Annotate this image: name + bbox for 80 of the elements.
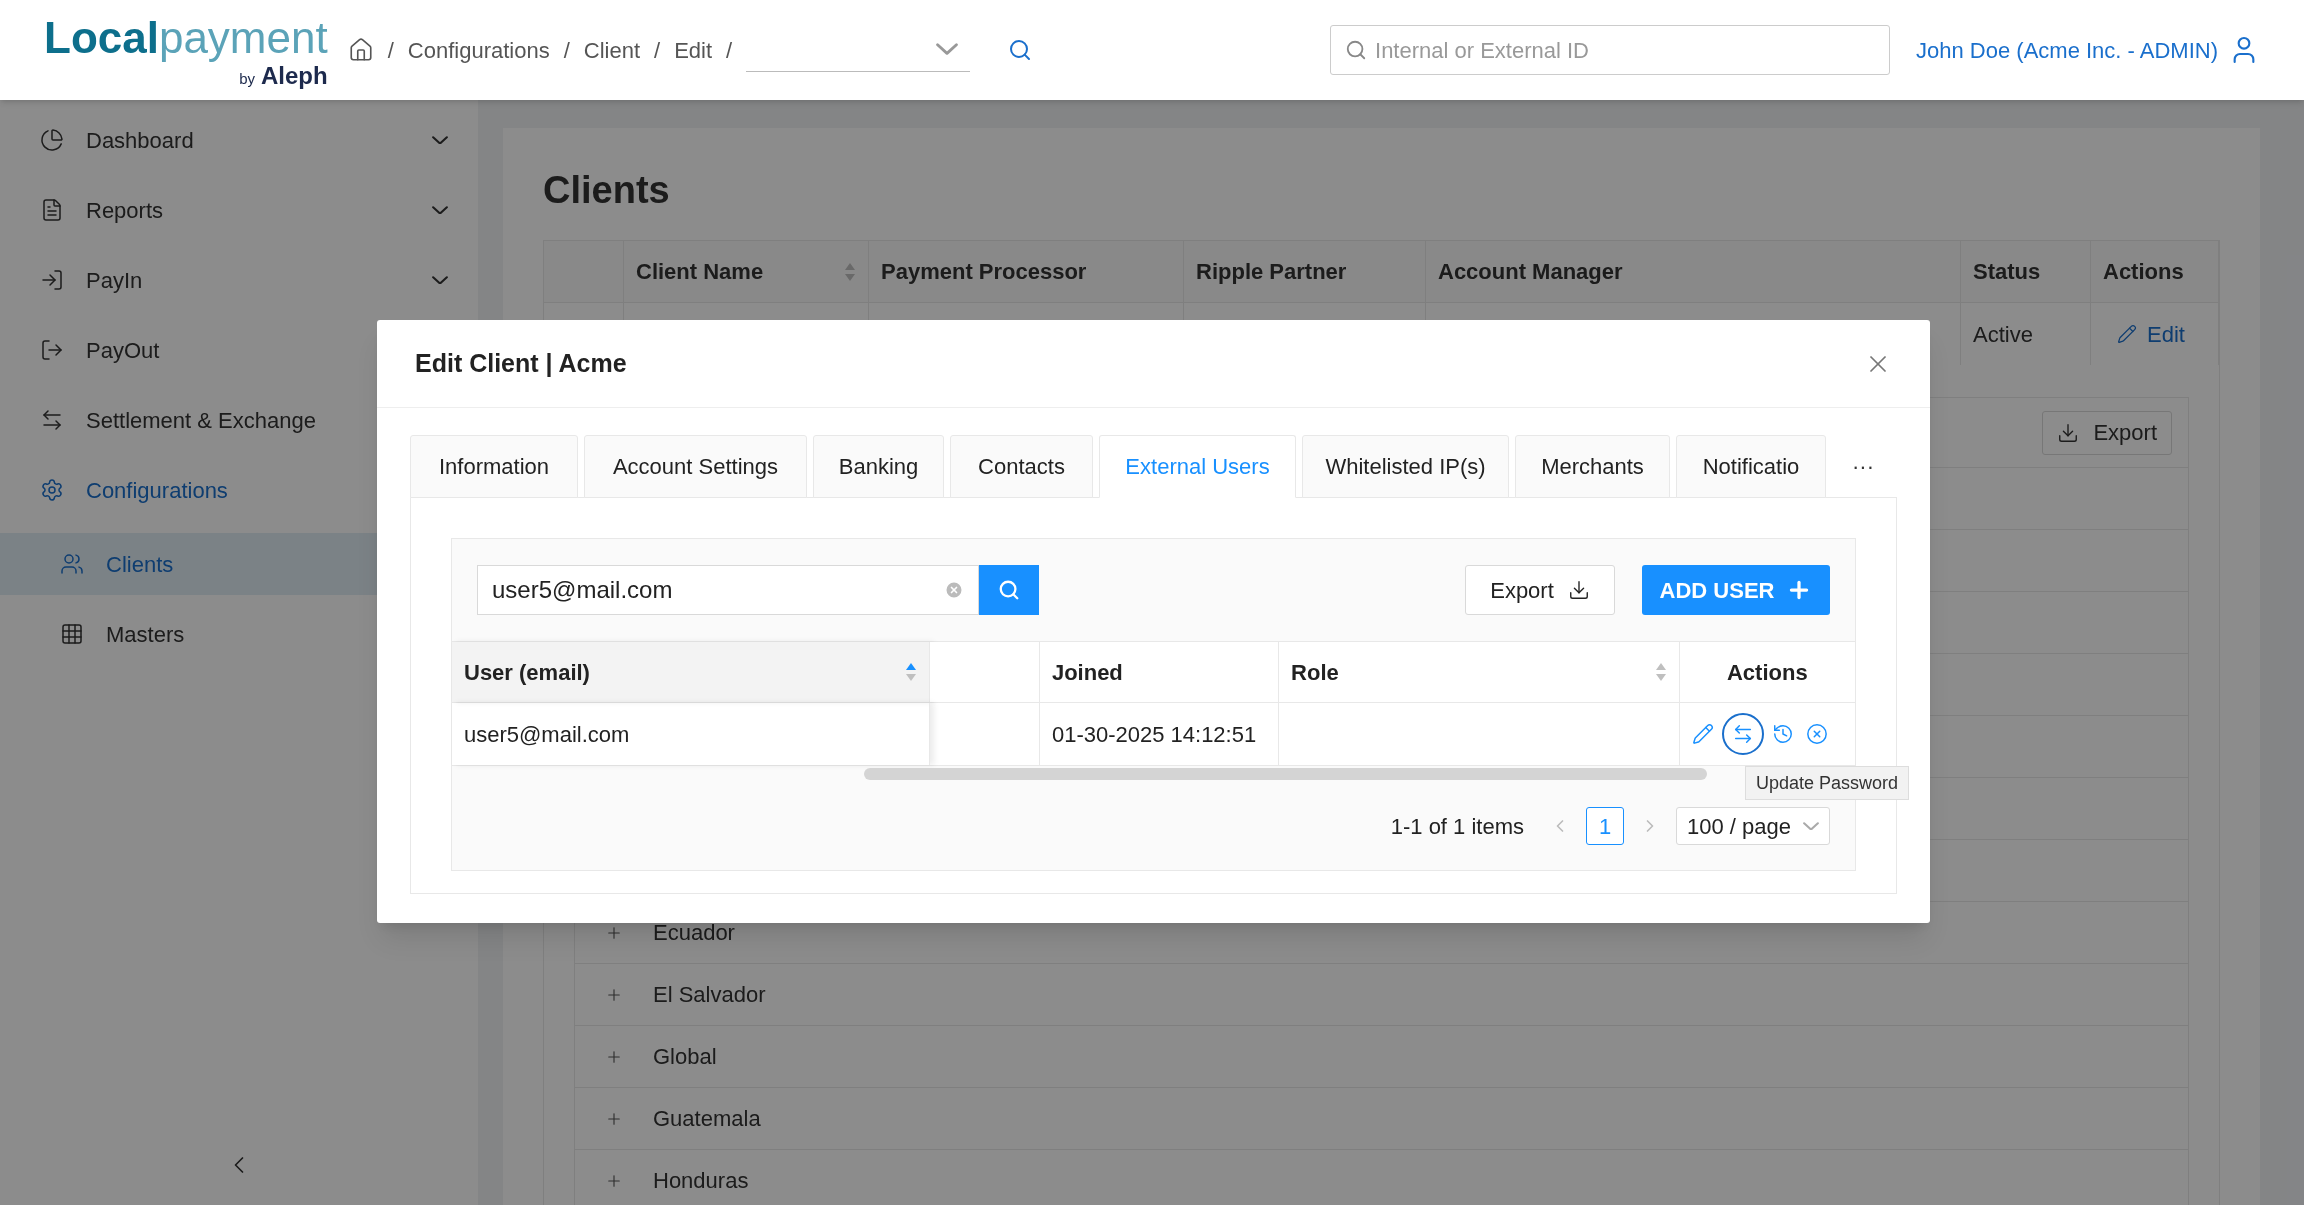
user-name[interactable]: John Doe (Acme Inc. - ADMIN) — [1916, 33, 2218, 67]
column-header: Account Manager — [1438, 258, 1624, 286]
column-header: Joined — [1039, 642, 1280, 702]
home-icon[interactable] — [347, 37, 374, 63]
column-header: Ripple Partner — [1196, 258, 1348, 286]
tab[interactable]: Account Settings — [584, 435, 807, 498]
breadcrumb-link[interactable]: Client — [583, 33, 641, 67]
pagination-summary: 1-1 of 1 items — [1390, 812, 1524, 841]
search-icon[interactable] — [1008, 38, 1033, 62]
table-cell-text: 01-30-2025 14:12:51 — [1051, 720, 1257, 749]
search-button[interactable] — [979, 565, 1039, 615]
sort-icon[interactable] — [1654, 661, 1667, 683]
chevron-down-icon — [432, 205, 448, 215]
tooltip: Update Password — [1745, 766, 1910, 800]
breadcrumb-link[interactable]: Configurations — [407, 33, 550, 67]
scrollbar-thumb[interactable] — [864, 768, 1707, 780]
document-icon — [40, 198, 64, 222]
tab[interactable]: Contacts — [950, 435, 1093, 498]
edit-icon — [2117, 324, 2137, 344]
chevron-down-icon — [1803, 821, 1819, 831]
column-header: Actions — [1679, 642, 1855, 702]
column-header: Actions — [2103, 258, 2185, 286]
more-tabs-button[interactable]: ··· — [1832, 435, 1874, 498]
exchange-arrows-icon — [40, 408, 64, 432]
country-name: Ecuador — [653, 919, 735, 947]
logo-text: Local — [44, 11, 159, 64]
chevron-down-icon — [432, 135, 448, 145]
status-cell-text: Active — [1973, 320, 2033, 349]
export-button[interactable]: Export — [2042, 410, 2172, 455]
exchange-arrows-icon[interactable] — [1722, 713, 1765, 755]
sidebar-item[interactable]: PayIn — [0, 245, 478, 315]
logo-text: by — [239, 69, 255, 89]
chevron-down-icon — [936, 43, 959, 56]
table-cell-text: user5@mail.com — [464, 720, 630, 749]
grid-icon — [60, 622, 84, 646]
column-header: Payment Processor — [881, 258, 1088, 286]
column-header: Role — [1279, 642, 1680, 702]
id-search-field[interactable]: Internal or External ID — [1330, 25, 1890, 75]
breadcrumb-separator: / — [726, 36, 733, 65]
tab[interactable]: Whitelisted IP(s) — [1302, 435, 1509, 498]
chevron-down-icon — [432, 275, 448, 285]
tab[interactable]: External Users — [1099, 435, 1296, 498]
page-button[interactable]: 1 — [1586, 807, 1624, 845]
page-size-select[interactable]: 100 / page — [1676, 807, 1830, 845]
country-name: Guatemala — [653, 1105, 761, 1133]
tab[interactable]: Notificatio — [1676, 435, 1826, 498]
country-name: El Salvador — [653, 981, 766, 1009]
pie-chart-icon — [40, 128, 64, 152]
tab[interactable]: Merchants — [1515, 435, 1670, 498]
logo-text: Aleph — [261, 61, 328, 91]
sidebar-item[interactable]: Reports — [0, 175, 478, 245]
logo-text: payment — [158, 11, 328, 64]
column-header: Status — [1973, 258, 2042, 286]
sidebar-item[interactable]: Dashboard — [0, 105, 478, 175]
edit-link[interactable]: Edit — [2103, 317, 2185, 351]
country-name: Honduras — [653, 1167, 749, 1195]
user-search-field[interactable]: user5@mail.com — [477, 565, 979, 615]
download-icon — [1567, 579, 1590, 601]
add-user-button[interactable]: ADD USER — [1642, 565, 1830, 615]
breadcrumb-separator: / — [563, 36, 570, 65]
sign-out-icon — [40, 338, 64, 362]
search-icon — [1345, 39, 1367, 61]
page-title: Clients — [543, 168, 671, 213]
dialog-title: Edit Client | Acme — [415, 347, 628, 379]
breadcrumb-link[interactable]: Edit — [674, 33, 713, 67]
download-icon — [2057, 421, 2080, 444]
breadcrumb-separator: / — [387, 36, 394, 65]
country-name: Global — [653, 1043, 717, 1071]
settings-icon — [40, 478, 64, 502]
tab[interactable]: Information — [410, 435, 578, 498]
sign-in-icon — [40, 268, 64, 292]
tab[interactable]: Banking — [813, 435, 944, 498]
clear-icon[interactable] — [944, 580, 964, 600]
column-header: User (email) — [452, 642, 931, 702]
column-header: Client Name — [636, 258, 765, 286]
sort-icon[interactable] — [905, 661, 918, 683]
export-button[interactable]: Export — [1465, 565, 1615, 615]
users-icon — [60, 552, 84, 576]
search-icon — [998, 579, 1020, 601]
breadcrumb-separator: / — [654, 36, 661, 65]
